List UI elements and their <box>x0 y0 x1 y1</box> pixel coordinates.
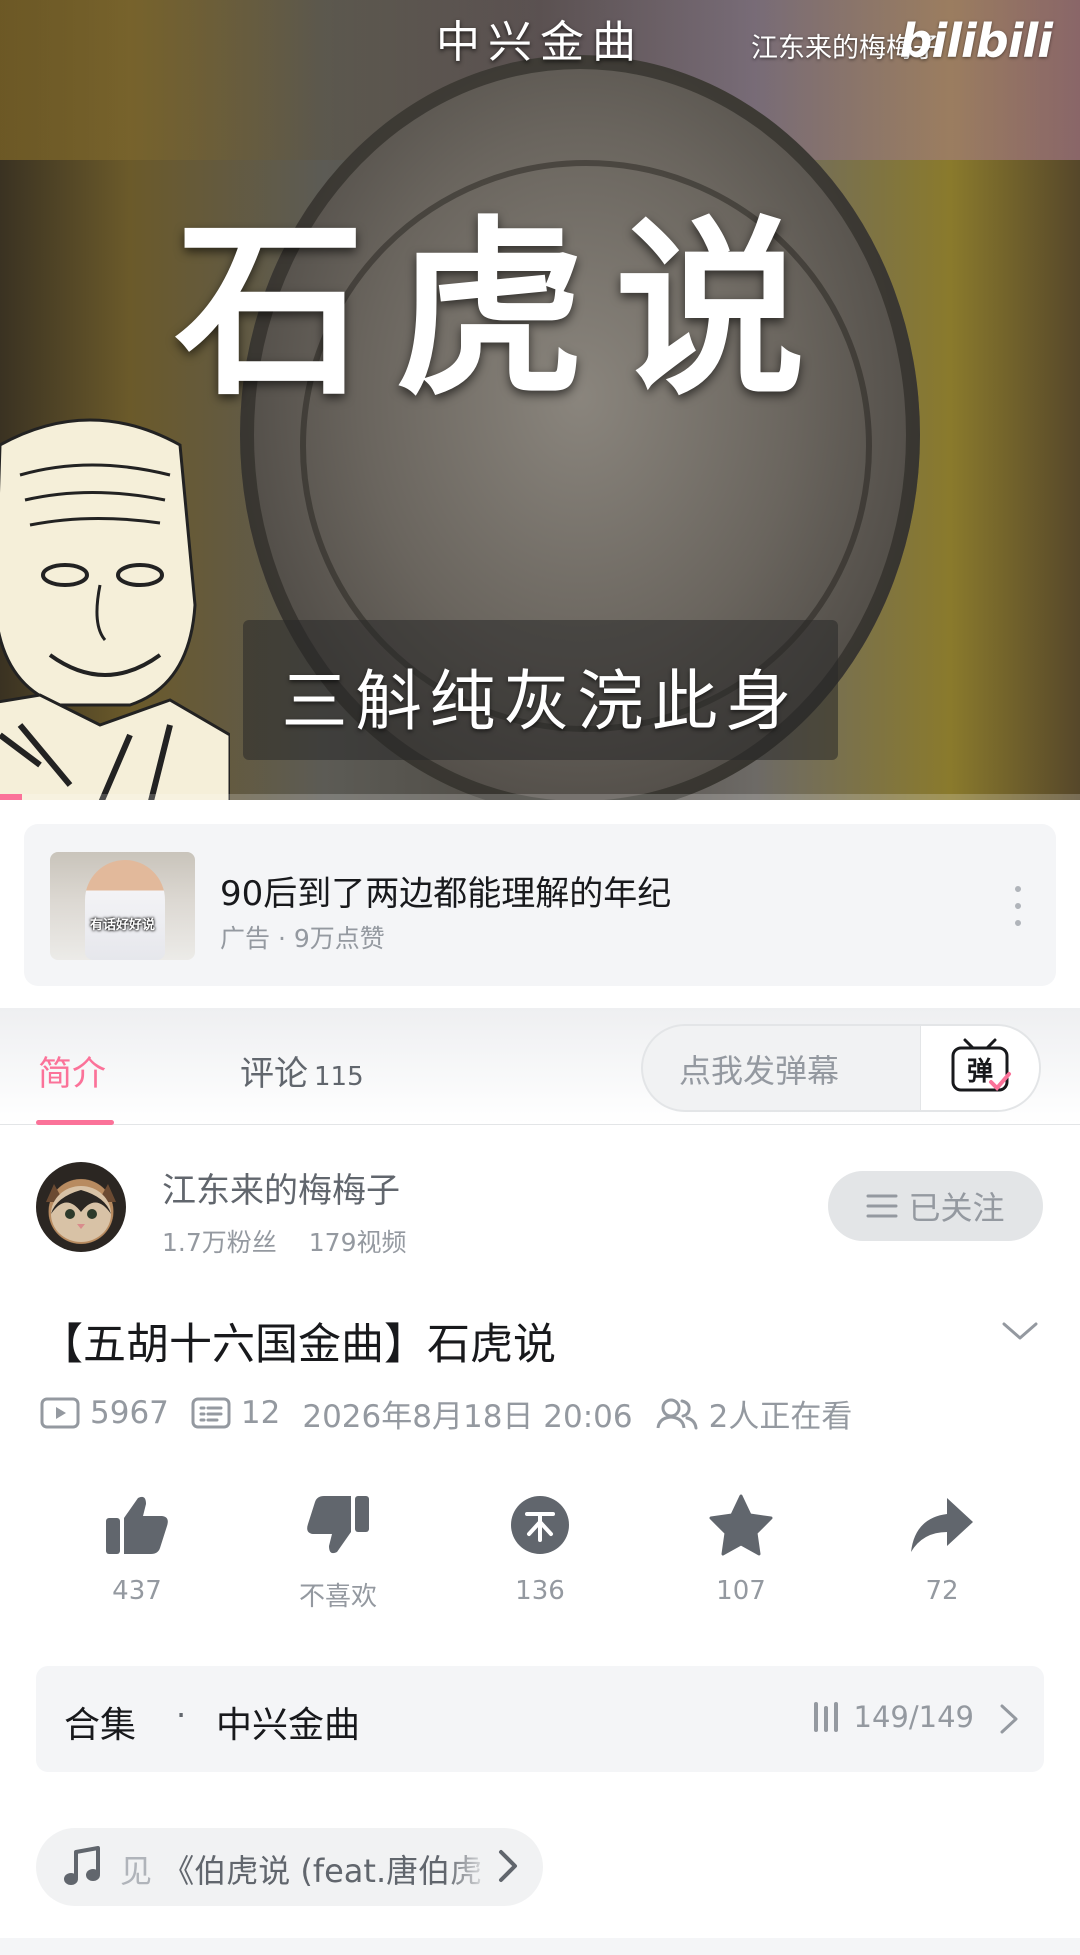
video-stats: 5967 12 2026年8月18日 20:06 2人正在看 <box>40 1392 853 1435</box>
danmaku-send-button[interactable]: 弹 <box>920 1026 1039 1110</box>
watching-count: 2人正在看 <box>708 1398 853 1435</box>
danmaku-send-icon: 弹 <box>951 1038 1011 1092</box>
collection-separator: · <box>176 1696 187 1734</box>
music-title-text: 《伯虎说 (feat.唐伯虎 <box>162 1852 483 1890</box>
thumbs-up-icon <box>106 1496 168 1554</box>
uploader-videos: 179视频 <box>308 1228 407 1257</box>
dislike-label: 不喜欢 <box>298 1582 377 1612</box>
collection-progress-text: 149/149 <box>853 1700 974 1734</box>
dislike-button[interactable]: 不喜欢 <box>258 1490 418 1613</box>
ad-thumbnail-person <box>85 860 165 960</box>
video-progress-fill <box>0 794 22 800</box>
video-big-title: 石虎说 <box>175 198 836 421</box>
bilibili-logo: bilibili <box>899 14 1053 68</box>
danmaku-input[interactable]: 点我发弹幕 弹 <box>641 1024 1041 1112</box>
followed-label: 已关注 <box>908 1189 1005 1227</box>
uploader-stats: 1.7万粉丝 179视频 <box>162 1223 406 1259</box>
collection-label: 合集 <box>64 1705 137 1746</box>
music-title: 见 《伯虎说 (feat.唐伯虎 <box>120 1846 490 1892</box>
tab-bar: 简介 评论 115 点我发弹幕 弹 <box>0 1008 1080 1125</box>
video-progress-bar[interactable] <box>0 794 1080 800</box>
chevron-right-icon <box>998 1702 1020 1740</box>
menu-icon <box>866 1194 898 1218</box>
danmaku-count-icon <box>191 1397 231 1429</box>
share-button[interactable]: 72 <box>862 1490 1022 1606</box>
video-subtitle: 三斛纯灰浣此身 <box>281 663 800 740</box>
like-button[interactable]: 437 <box>57 1490 217 1606</box>
publish-date: 2026年8月18日 20:06 <box>302 1398 633 1435</box>
play-count-icon <box>40 1397 80 1429</box>
watching-people-icon <box>656 1398 698 1430</box>
chevron-right-icon <box>497 1848 519 1888</box>
collection-progress: 149/149 <box>812 1700 974 1734</box>
playlist-bars-icon <box>813 1702 838 1732</box>
video-title: 【五胡十六国金曲】石虎说 <box>40 1320 556 1370</box>
danmaku-count: 12 <box>240 1395 281 1431</box>
uploader-avatar[interactable] <box>36 1162 126 1252</box>
tab-comments[interactable]: 评论 115 <box>240 1046 364 1095</box>
video-player[interactable]: 中兴金曲 江东来的梅梅子 bilibili 石虎说 三斛纯灰浣此身 <box>0 0 1080 800</box>
like-count: 437 <box>112 1576 162 1606</box>
tab-comments-label: 评论 <box>240 1054 308 1094</box>
ad-title: 90后到了两边都能理解的年纪 <box>220 874 672 914</box>
share-arrow-icon <box>911 1498 973 1552</box>
expand-chevron-icon[interactable] <box>1000 1318 1040 1350</box>
portrait-illustration <box>0 418 230 800</box>
ad-meta: 广告 · 9万点赞 <box>220 924 385 953</box>
more-options-icon[interactable] <box>1012 886 1024 926</box>
favorite-button[interactable]: 107 <box>661 1490 821 1606</box>
danmaku-placeholder: 点我发弹幕 <box>679 1052 840 1090</box>
coin-count: 136 <box>515 1576 565 1606</box>
action-bar: 437 不喜欢 136 107 72 <box>0 1490 1080 1620</box>
bottom-divider <box>0 1938 1080 1955</box>
share-count: 72 <box>925 1576 959 1606</box>
play-count: 5967 <box>90 1395 169 1431</box>
music-note-icon <box>62 1846 102 1892</box>
cat-avatar-image <box>46 1184 116 1242</box>
collection-name: 中兴金曲 <box>216 1705 361 1746</box>
ad-card[interactable]: 有话好好说 90后到了两边都能理解的年纪 广告 · 9万点赞 <box>24 824 1056 986</box>
music-title-prefix: 见 <box>120 1852 153 1890</box>
tab-intro[interactable]: 简介 <box>38 1046 106 1095</box>
tab-active-indicator <box>36 1120 114 1125</box>
tab-comments-count: 115 <box>314 1062 364 1092</box>
coin-button[interactable]: 136 <box>460 1490 620 1606</box>
favorite-count: 107 <box>716 1576 766 1606</box>
collection-bar[interactable]: 合集 · 中兴金曲 149/149 <box>36 1666 1044 1772</box>
uploader-fans: 1.7万粉丝 <box>162 1228 277 1257</box>
uploader-name[interactable]: 江东来的梅梅子 <box>162 1163 400 1212</box>
music-link[interactable]: 见 《伯虎说 (feat.唐伯虎 <box>36 1828 543 1906</box>
ad-thumbnail: 有话好好说 <box>50 852 195 960</box>
coin-icon <box>511 1496 569 1554</box>
ad-thumbnail-caption: 有话好好说 <box>89 918 155 933</box>
star-icon <box>709 1494 773 1556</box>
thumbs-down-icon <box>307 1496 369 1554</box>
followed-button[interactable]: 已关注 <box>828 1171 1043 1241</box>
